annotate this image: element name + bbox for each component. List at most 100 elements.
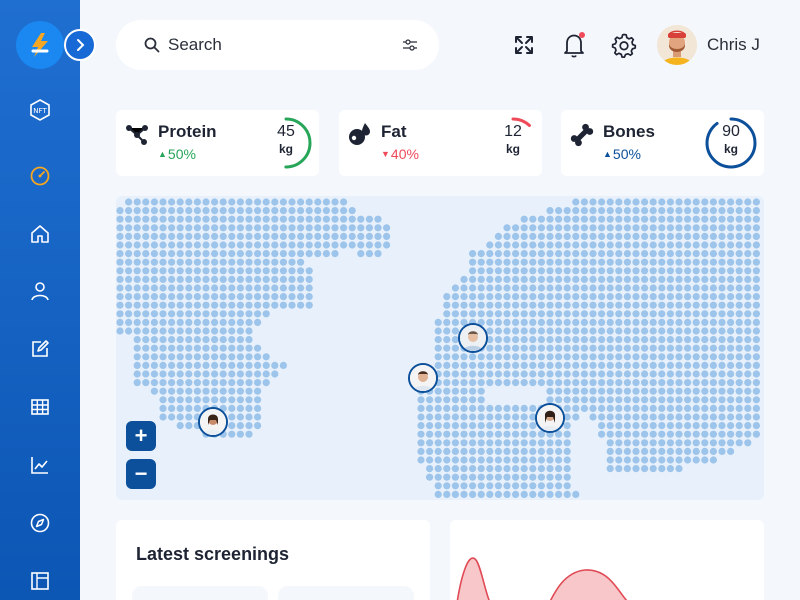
map-dot bbox=[615, 293, 623, 301]
map-dot bbox=[580, 215, 588, 223]
map-dot bbox=[168, 224, 176, 232]
stat-card-protein[interactable]: Protein ▲50% 45 kg bbox=[116, 110, 319, 176]
fullscreen-button[interactable] bbox=[511, 30, 537, 60]
map-dot bbox=[752, 413, 761, 421]
map-dot bbox=[245, 379, 253, 387]
map-dot bbox=[727, 258, 735, 266]
map-dot bbox=[623, 439, 631, 447]
map-dot bbox=[563, 465, 571, 473]
map-dot bbox=[142, 301, 150, 309]
map-dot bbox=[168, 241, 176, 249]
map-dot bbox=[615, 224, 623, 232]
map-dot bbox=[512, 232, 520, 240]
map-dot bbox=[133, 258, 141, 266]
map-dot bbox=[176, 396, 184, 404]
map-dot bbox=[176, 224, 184, 232]
map-dot bbox=[692, 422, 700, 430]
map-dot bbox=[150, 267, 158, 275]
nav-nft[interactable]: NFT bbox=[29, 99, 51, 121]
nav-table[interactable] bbox=[29, 396, 51, 418]
map-dot bbox=[735, 353, 743, 361]
map-pin-person[interactable] bbox=[458, 323, 488, 353]
map-dot bbox=[572, 293, 580, 301]
map-dot bbox=[451, 370, 459, 378]
map-dot bbox=[675, 310, 683, 318]
map-dot bbox=[133, 353, 141, 361]
zoom-out-button[interactable]: − bbox=[126, 459, 156, 489]
map-dot bbox=[486, 344, 494, 352]
map-dot bbox=[116, 275, 124, 283]
map-dot bbox=[598, 353, 606, 361]
map-dot bbox=[649, 327, 657, 335]
map-dot bbox=[451, 353, 459, 361]
stat-card-bones[interactable]: Bones ▲50% 90 kg bbox=[561, 110, 764, 176]
map-dot bbox=[236, 267, 244, 275]
app-logo[interactable] bbox=[16, 21, 64, 69]
map-dot bbox=[735, 318, 743, 326]
map-dot bbox=[512, 490, 520, 498]
map-dot bbox=[572, 224, 580, 232]
map-dot bbox=[615, 258, 623, 266]
map-pin-person[interactable] bbox=[535, 403, 565, 433]
map-dot bbox=[262, 232, 270, 240]
user-name[interactable]: Chris J bbox=[707, 35, 760, 55]
map-pin-person[interactable] bbox=[408, 363, 438, 393]
map-dot bbox=[555, 379, 563, 387]
map-dot bbox=[727, 224, 735, 232]
search-bar[interactable]: Search bbox=[116, 20, 439, 70]
molecule-icon bbox=[126, 125, 148, 145]
nav-home[interactable] bbox=[29, 223, 51, 245]
map-dot bbox=[563, 318, 571, 326]
nav-layout[interactable] bbox=[29, 570, 51, 592]
map-dot bbox=[512, 370, 520, 378]
map-dot bbox=[572, 490, 580, 498]
map-dot bbox=[125, 232, 133, 240]
map-dot bbox=[245, 241, 253, 249]
nav-analytics[interactable] bbox=[29, 454, 51, 476]
settings-button[interactable] bbox=[611, 30, 637, 60]
zoom-in-button[interactable]: + bbox=[126, 421, 156, 451]
map-dot bbox=[718, 232, 726, 240]
nav-explore[interactable] bbox=[29, 512, 51, 534]
map-dot bbox=[623, 456, 631, 464]
map-dot bbox=[426, 439, 434, 447]
world-map[interactable] bbox=[116, 196, 764, 500]
sidebar-expand-button[interactable] bbox=[64, 29, 96, 61]
map-dot bbox=[150, 344, 158, 352]
map-dot bbox=[598, 275, 606, 283]
screening-card[interactable] bbox=[278, 586, 414, 600]
map-dot bbox=[666, 456, 675, 464]
map-dot bbox=[477, 447, 485, 455]
map-dot bbox=[701, 232, 709, 240]
nav-edit[interactable] bbox=[29, 338, 51, 360]
map-dot bbox=[451, 465, 459, 473]
map-dot bbox=[486, 353, 494, 361]
map-dot bbox=[142, 370, 150, 378]
nav-user[interactable] bbox=[29, 280, 51, 302]
search-input[interactable]: Search bbox=[168, 35, 401, 55]
map-dot bbox=[658, 465, 666, 473]
filter-sliders-icon[interactable] bbox=[401, 37, 419, 53]
map-dot bbox=[228, 361, 236, 369]
map-dot bbox=[580, 250, 588, 258]
screening-card[interactable] bbox=[132, 586, 268, 600]
map-dot bbox=[641, 404, 649, 412]
map-dot bbox=[512, 318, 520, 326]
map-dot bbox=[451, 318, 459, 326]
stat-card-fat[interactable]: Fat ▼40% 12 kg bbox=[339, 110, 542, 176]
map-dot bbox=[305, 198, 313, 206]
nav-dashboard[interactable] bbox=[29, 164, 51, 186]
stat-trend: ▼40% bbox=[381, 146, 419, 162]
map-dot bbox=[546, 482, 554, 490]
map-dot bbox=[606, 310, 614, 318]
stat-unit: kg bbox=[723, 142, 738, 156]
map-pin-person[interactable] bbox=[198, 407, 228, 437]
map-dot bbox=[692, 396, 700, 404]
map-dot bbox=[228, 293, 236, 301]
notifications-button[interactable] bbox=[561, 30, 587, 60]
map-dot bbox=[658, 430, 666, 438]
map-dot bbox=[331, 232, 339, 240]
map-dot bbox=[426, 413, 434, 421]
user-avatar[interactable] bbox=[657, 25, 697, 65]
map-dot bbox=[202, 224, 210, 232]
